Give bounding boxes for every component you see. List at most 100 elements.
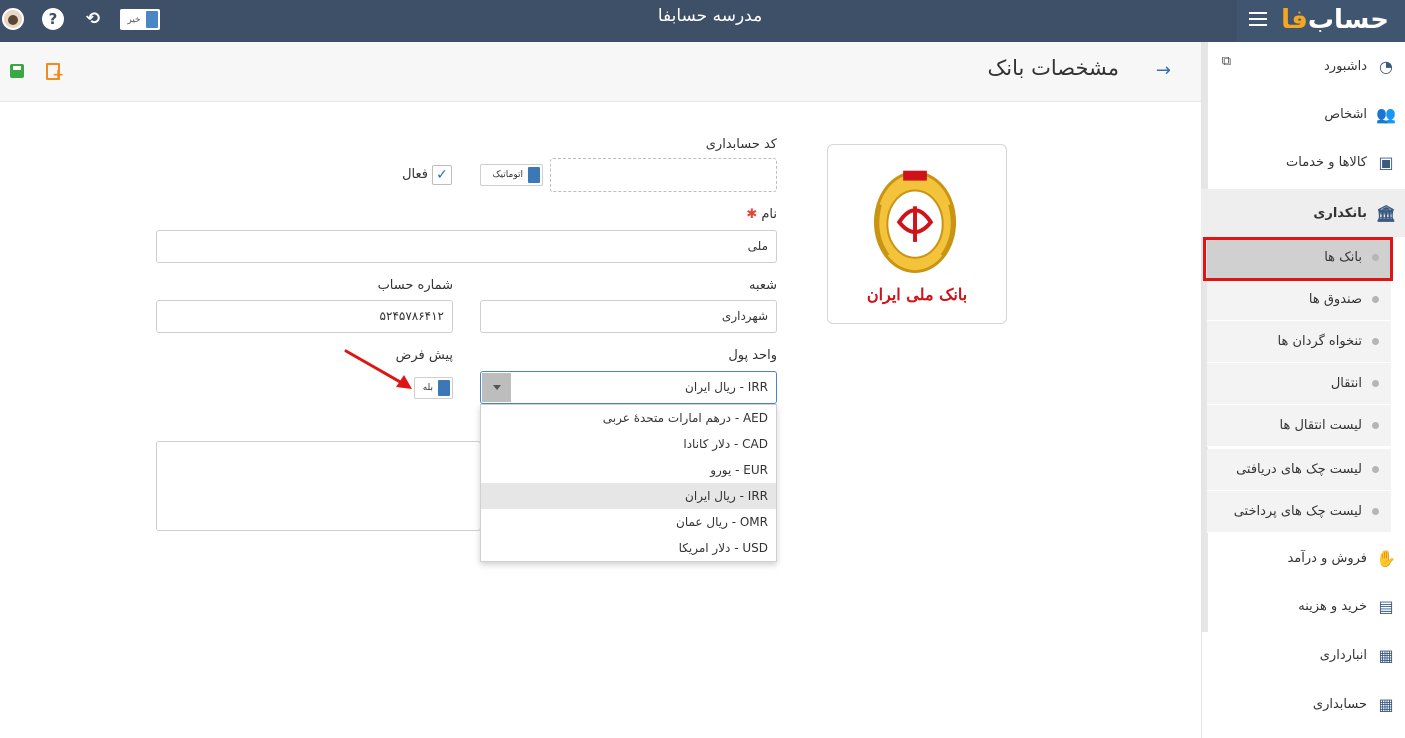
sub-item-cash-boxes[interactable]: صندوق ها	[1207, 279, 1391, 321]
sidebar-item-label: خرید و هزینه	[1298, 598, 1367, 614]
sidebar-item-purchases[interactable]: ▤ خرید و هزینه	[1201, 582, 1405, 630]
app-logo[interactable]: حساب فا	[1281, 3, 1390, 37]
default-toggle-label: بله	[422, 383, 433, 393]
wallet-icon: ▤	[1378, 596, 1394, 616]
currency-label: واحد پول	[728, 348, 777, 363]
sidebar-item-label: حسابداری	[1312, 696, 1367, 712]
bullet-icon	[1372, 380, 1379, 387]
currency-dropdown: AED - درهم امارات متحدهٔ عربی CAD - دلار…	[480, 404, 777, 562]
account-number-input[interactable]: ۵۲۴۵۷۸۶۴۱۲	[156, 300, 453, 333]
accounting-code-field[interactable]	[550, 158, 777, 192]
top-bar: ? ⟲ خیر مدرسه حسابفا حساب فا	[0, 0, 1405, 42]
sidebar-item-label: کالاها و خدمات	[1286, 154, 1367, 170]
sub-item-label: لیست چک های پرداختی	[1233, 504, 1362, 519]
back-arrow-icon[interactable]: →	[1156, 60, 1171, 81]
sidebar-item-label: انبارداری	[1319, 647, 1367, 663]
bank-logo-card[interactable]: بانک ملی ایران	[827, 144, 1007, 324]
name-label-wrap: نام ✱	[640, 207, 777, 222]
currency-option[interactable]: USD - دلار امریکا	[481, 535, 776, 561]
accounting-code-label: کد حسابداری	[705, 137, 777, 152]
app-root: ? ⟲ خیر مدرسه حسابفا حساب فا → مشخصات بان…	[0, 0, 1405, 738]
toggle-label: خیر	[127, 14, 141, 25]
currency-select[interactable]: IRR - ریال ایران	[480, 371, 777, 404]
account-number-label: شماره حساب	[377, 278, 453, 293]
sidebar-item-warehouse[interactable]: ▦ انبارداری	[1201, 631, 1405, 679]
sidebar: ⧉ ◔ داشبورد 👥 اشخاص ▣ کالاها و خدمات 🏛 ب…	[1201, 42, 1405, 738]
branch-label: شعبه	[748, 278, 777, 293]
sub-item-received-cheques[interactable]: لیست چک های دریافتی	[1207, 449, 1391, 491]
sub-item-label: لیست چک های دریافتی	[1236, 462, 1362, 477]
warehouse-icon: ▦	[1378, 645, 1394, 665]
sidebar-item-accounting[interactable]: ▦ حسابداری	[1201, 680, 1405, 728]
logo-main-text: حساب	[1307, 5, 1390, 35]
bullet-icon	[1372, 508, 1379, 515]
logo-accent-text: فا	[1281, 5, 1309, 35]
header-toggle[interactable]: خیر	[120, 9, 160, 30]
sub-item-transfer[interactable]: انتقال	[1207, 363, 1391, 405]
currency-option[interactable]: CAD - دلار کانادا	[481, 431, 776, 457]
dashboard-icon: ◔	[1379, 56, 1393, 76]
hand-money-icon: ✋	[1376, 548, 1396, 568]
page-title: مشخصات بانک	[987, 56, 1119, 80]
currency-option[interactable]: AED - درهم امارات متحدهٔ عربی	[481, 405, 776, 431]
active-label: فعال	[402, 167, 428, 182]
sidebar-item-products[interactable]: ▣ کالاها و خدمات	[1201, 138, 1405, 186]
checkmark-icon: ✓	[436, 167, 448, 183]
help-icon[interactable]: ?	[42, 8, 64, 30]
sub-item-label: بانک ها	[1324, 250, 1362, 265]
toggle-knob	[146, 11, 158, 28]
sidebar-item-dashboard[interactable]: ◔ داشبورد	[1201, 42, 1405, 90]
sidebar-item-label: فروش و درآمد	[1287, 550, 1367, 566]
sidebar-item-sales[interactable]: ✋ فروش و درآمد	[1201, 534, 1405, 582]
currency-option[interactable]: EUR - یورو	[481, 457, 776, 483]
bank-logo-caption: بانک ملی ایران	[866, 285, 968, 304]
bullet-icon	[1372, 466, 1379, 473]
name-input[interactable]: ملی	[156, 230, 777, 263]
annotation-arrow-icon	[344, 349, 412, 389]
bullet-icon	[1372, 296, 1379, 303]
sidebar-item-label: اشخاص	[1324, 106, 1367, 122]
currency-option-selected[interactable]: IRR - ریال ایران	[481, 483, 776, 509]
bank-icon: 🏛	[1375, 203, 1397, 223]
sidebar-item-label: بانکداری	[1313, 205, 1367, 221]
chevron-down-icon[interactable]	[482, 373, 511, 402]
name-label: نام	[761, 207, 777, 222]
new-document-icon: +	[46, 62, 64, 82]
sub-item-label: تنخواه گردان ها	[1277, 334, 1362, 349]
toggle-knob	[438, 380, 450, 396]
save-icon	[10, 64, 24, 78]
bullet-icon	[1372, 254, 1379, 261]
user-avatar[interactable]	[2, 8, 24, 30]
sub-item-transfer-list[interactable]: لیست انتقال ها	[1207, 405, 1391, 447]
auto-code-toggle[interactable]: اتوماتیک	[480, 164, 543, 186]
sub-item-banks[interactable]: بانک ها	[1207, 237, 1391, 279]
bullet-icon	[1372, 338, 1379, 345]
new-document-button[interactable]: +	[42, 60, 64, 82]
sidebar-item-banking[interactable]: 🏛 بانکداری	[1201, 189, 1405, 237]
company-name: مدرسه حسابفا	[657, 6, 763, 26]
sidebar-item-people[interactable]: 👥 اشخاص	[1201, 90, 1405, 138]
toggle-knob	[528, 167, 540, 183]
page-header: → مشخصات بانک +	[0, 42, 1201, 102]
sub-item-petty-cash[interactable]: تنخواه گردان ها	[1207, 321, 1391, 363]
brand-area: حساب فا	[1237, 0, 1405, 42]
sidebar-item-label: داشبورد	[1324, 58, 1367, 74]
hamburger-menu-icon[interactable]	[1247, 8, 1269, 30]
save-button[interactable]	[6, 60, 28, 82]
default-toggle[interactable]: بله	[414, 377, 453, 399]
sub-item-label: لیست انتقال ها	[1279, 418, 1362, 433]
branch-input[interactable]: شهرداری	[480, 300, 777, 333]
avatar-face-icon	[8, 15, 18, 25]
sub-item-label: صندوق ها	[1308, 292, 1362, 307]
box-icon: ▣	[1378, 152, 1394, 172]
auto-code-label: اتوماتیک	[492, 170, 524, 180]
description-textarea[interactable]	[156, 441, 481, 531]
bullet-icon	[1372, 422, 1379, 429]
calculator-icon: ▦	[1378, 694, 1394, 714]
currency-option[interactable]: OMR - ریال عمان	[481, 509, 776, 535]
sub-item-label: انتقال	[1330, 376, 1362, 391]
sub-item-paid-cheques[interactable]: لیست چک های پرداختی	[1207, 491, 1391, 533]
people-icon: 👥	[1376, 104, 1396, 124]
sync-icon[interactable]: ⟲	[82, 8, 104, 30]
active-checkbox[interactable]: ✓	[432, 165, 452, 185]
